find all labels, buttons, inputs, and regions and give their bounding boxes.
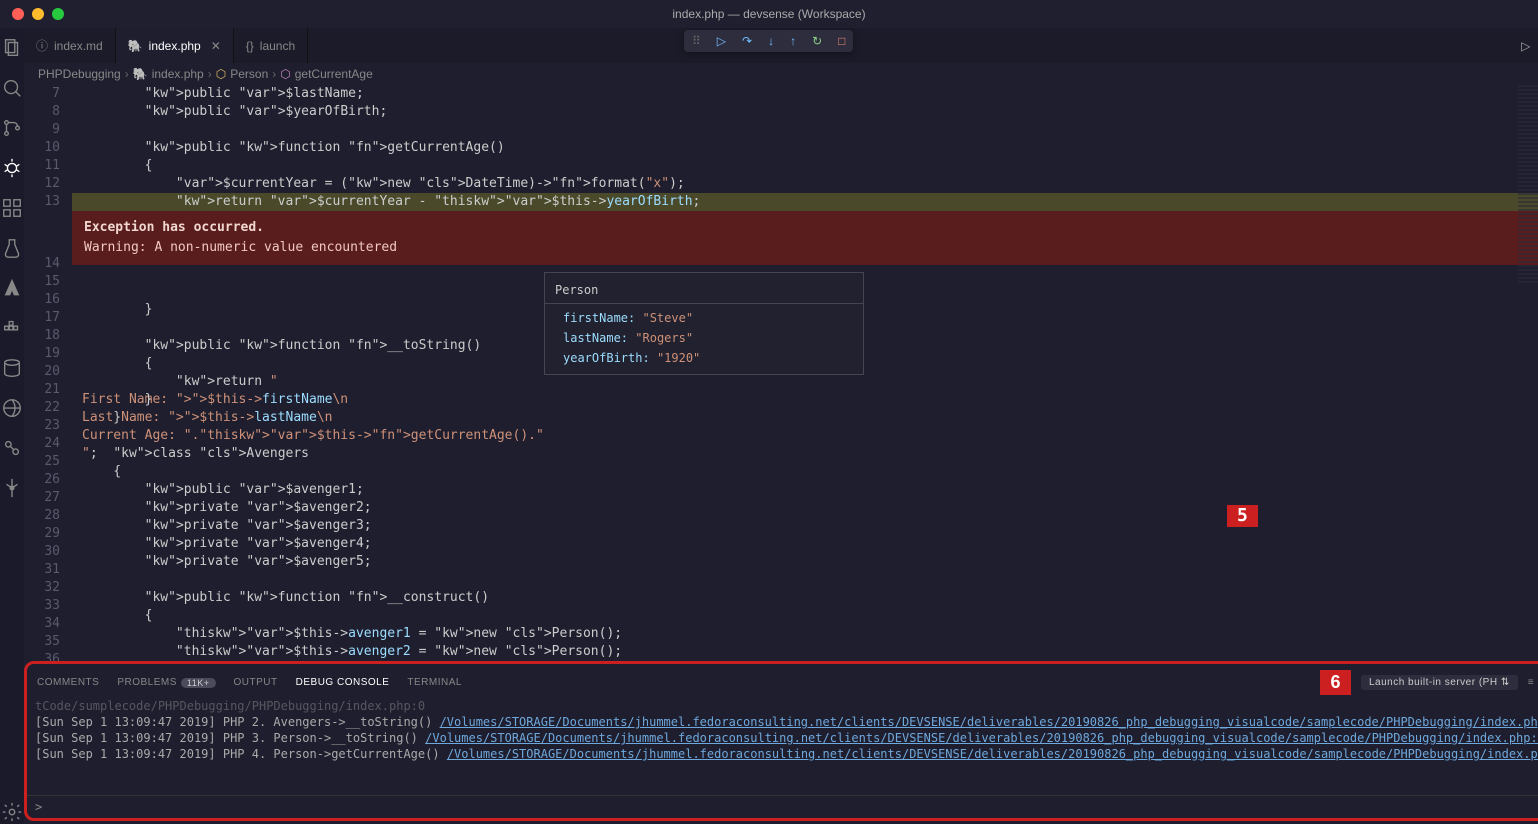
editor-tabs: ⓘindex.md🐘index.php✕{}launch ⠿ ▷ ↷ ↓ ↑ ↻… [24,28,1538,63]
tab-debug-console[interactable]: DEBUG CONSOLE [296,670,390,695]
explorer-icon[interactable] [0,36,24,60]
editor-tab[interactable]: {}launch [234,28,308,63]
source-control-icon[interactable] [0,116,24,140]
activity-bar [0,28,24,824]
editor-tab[interactable]: 🐘index.php✕ [116,28,234,63]
debug-console-output[interactable]: tCode/sumplecode/PHPDebugging/PHPDebuggi… [27,698,1538,795]
database-icon[interactable] [0,356,24,380]
annotation-5: 5 [1227,505,1258,527]
bottom-panel: COMMENTS PROBLEMS11K+ OUTPUT DEBUG CONSO… [24,661,1538,821]
tab-terminal[interactable]: TERMINAL [407,670,462,695]
extensions-icon[interactable] [0,196,24,220]
test-icon[interactable] [0,236,24,260]
step-out-icon[interactable]: ↑ [790,34,796,48]
breadcrumbs[interactable]: PHPDebugging› 🐘index.php› ⬡Person› ⬡getC… [24,63,1538,85]
maximize-window-icon[interactable] [52,8,64,20]
run-icon[interactable]: ▷ [1521,39,1530,53]
titlebar: index.php — devsense (Workspace) [0,0,1538,28]
php-file-icon: 🐘 [133,67,148,81]
continue-icon[interactable]: ▷ [717,34,726,48]
restart-icon[interactable]: ↻ [812,34,822,48]
stop-icon[interactable]: □ [838,34,845,48]
clear-console-icon[interactable]: ≡ [1528,677,1534,688]
settings-icon[interactable] [0,800,24,824]
method-icon: ⬡ [280,67,290,81]
console-session-dropdown[interactable]: Launch built-in server (PH ⇅ [1361,675,1518,690]
editor-area: ⓘindex.md🐘index.php✕{}launch ⠿ ▷ ↷ ↓ ↑ ↻… [24,28,1538,824]
drag-handle-icon[interactable]: ⠿ [692,34,701,48]
debug-hover-widget: Person firstName: "Steve" lastName: "Rog… [544,272,864,375]
bottom-panel-tabs: COMMENTS PROBLEMS11K+ OUTPUT DEBUG CONSO… [27,664,1538,698]
close-window-icon[interactable] [12,8,24,20]
file-icon: ⓘ [36,37,48,54]
window-title: index.php — devsense (Workspace) [672,7,865,21]
exception-banner: Exception has occurred.Warning: A non-nu… [72,211,1538,265]
close-tab-icon[interactable]: ✕ [211,39,221,53]
debug-toolbar[interactable]: ⠿ ▷ ↷ ↓ ↑ ↻ □ [684,30,853,52]
remote-icon[interactable] [0,396,24,420]
step-into-icon[interactable]: ↓ [768,34,774,48]
tree-icon[interactable] [0,476,24,500]
file-icon: 🐘 [128,39,143,53]
tab-problems[interactable]: PROBLEMS11K+ [117,670,215,695]
annotation-6: 6 [1320,670,1351,695]
docker-icon[interactable] [0,316,24,340]
step-over-icon[interactable]: ↷ [742,34,752,48]
file-icon: {} [246,39,254,53]
editor-tab[interactable]: ⓘindex.md [24,28,116,63]
search-icon[interactable] [0,76,24,100]
gitlens-icon[interactable] [0,436,24,460]
minimize-window-icon[interactable] [32,8,44,20]
debug-console-input[interactable]: > [27,795,1538,818]
debug-icon[interactable] [0,156,24,180]
tab-output[interactable]: OUTPUT [234,670,278,695]
class-icon: ⬡ [216,67,226,81]
azure-icon[interactable] [0,276,24,300]
code-editor[interactable]: 789101112▷131415161718192021222324252627… [24,85,1538,661]
tab-comments[interactable]: COMMENTS [37,670,99,695]
minimap[interactable] [1518,85,1538,285]
